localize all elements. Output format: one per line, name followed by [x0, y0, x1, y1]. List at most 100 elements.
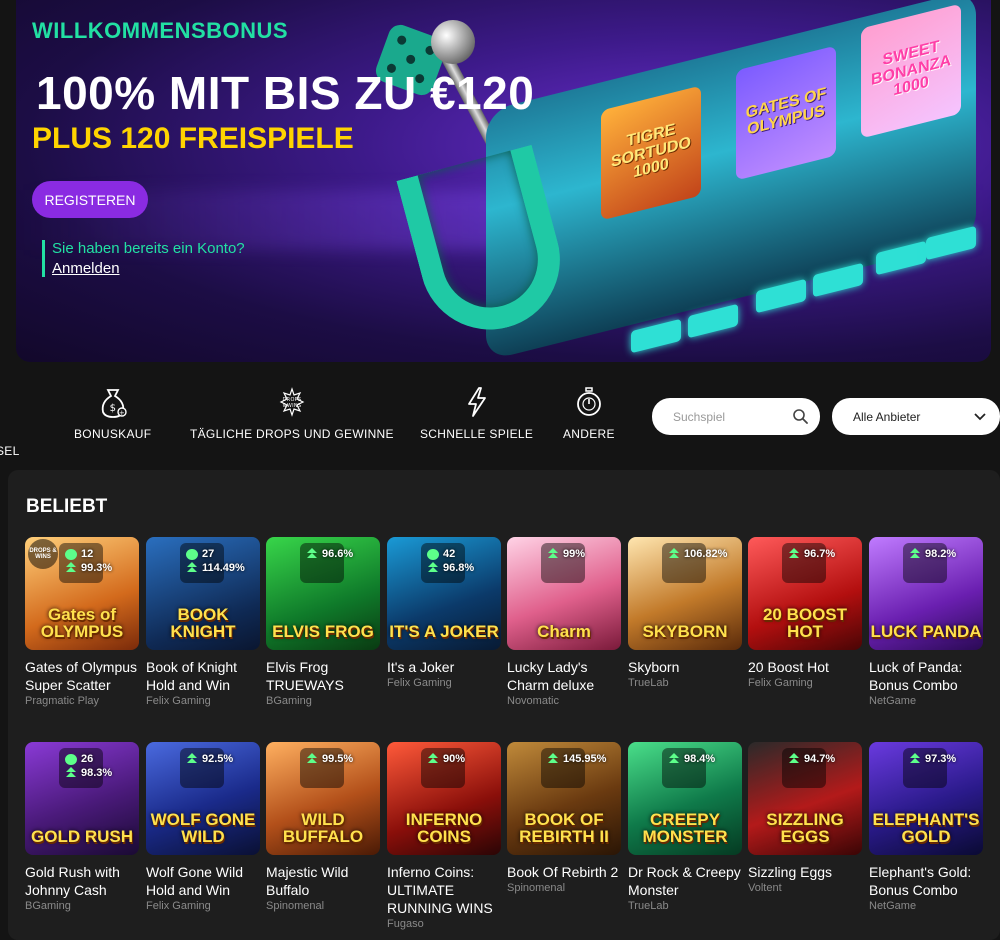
- rtp-value-row: 96.7%: [788, 548, 835, 560]
- rtp-value: 99.5%: [322, 753, 354, 765]
- category-label: TÄGLICHE DROPS UND GEWINNE: [190, 427, 394, 441]
- game-thumbnail[interactable]: 98.2% LUCK PANDA: [869, 537, 983, 650]
- game-name[interactable]: Inferno Coins: ULTIMATE RUNNING WINS: [387, 863, 501, 917]
- game-name[interactable]: Skyborn: [628, 658, 742, 676]
- game-thumbnail[interactable]: 27 114.49% BOOK KNIGHT: [146, 537, 260, 650]
- game-card[interactable]: 97.3% ELEPHANT'S GOLD Elephant's Gold: Bon…: [869, 742, 983, 912]
- game-provider: Spinomenal: [507, 882, 566, 894]
- game-name[interactable]: Wolf Gone Wild Hold and Win: [146, 863, 260, 899]
- register-button[interactable]: REGISTEREN: [32, 181, 148, 218]
- game-name[interactable]: Gates of Olympus Super Scatter: [25, 658, 139, 694]
- game-logo-text: INFERNO COINS: [405, 810, 483, 846]
- game-stats-badge: 12 99.3%: [65, 548, 112, 574]
- category-daily-drops[interactable]: DROPS &WINS TÄGLICHE DROPS UND GEWINNE: [190, 385, 394, 441]
- game-stats-badge: 90%: [427, 753, 465, 765]
- game-thumbnail[interactable]: 98.4% CREEPY MONSTER: [628, 742, 742, 855]
- game-card[interactable]: 94.7% SIZZLING EGGS Sizzling Eggs Voltent: [748, 742, 862, 894]
- rtp-value-row: 99.3%: [65, 562, 112, 574]
- game-thumbnail[interactable]: DROPS & WINS 12 99.3% Gates of OLYMPUS: [25, 537, 139, 650]
- machine-button: [688, 303, 738, 339]
- game-name[interactable]: 20 Boost Hot: [748, 658, 862, 676]
- rtp-value: 99%: [563, 548, 586, 560]
- game-thumbnail[interactable]: 106.82% SKYBORN: [628, 537, 742, 650]
- game-name[interactable]: Elephant's Gold: Bonus Combo: [869, 863, 983, 899]
- game-name[interactable]: Elvis Frog TRUEWAYS: [266, 658, 380, 694]
- rtp-value: 97.3%: [925, 753, 957, 765]
- rtp-up-icon: [186, 753, 198, 765]
- game-search-box[interactable]: [652, 398, 820, 435]
- search-input[interactable]: [673, 409, 783, 424]
- game-card[interactable]: 99.5% WILD BUFFALO Majestic Wild Buffalo Sp…: [266, 742, 380, 912]
- game-name[interactable]: Book Of Rebirth 2: [507, 863, 621, 881]
- game-card[interactable]: 106.82% SKYBORN Skyborn TrueLab: [628, 537, 742, 689]
- game-card[interactable]: 99% Charm Lucky Lady's Charm deluxe Novomat…: [507, 537, 621, 707]
- game-card[interactable]: 98.2% LUCK PANDA Luck of Panda: Bonus Comb…: [869, 537, 983, 707]
- rtp-up-icon: [427, 562, 439, 574]
- game-logo-text: WOLF GONE WILD: [150, 810, 256, 846]
- game-logo-text: Gates of OLYMPUS: [40, 605, 124, 641]
- drops-wins-icon: DROPS &WINS: [274, 385, 310, 419]
- game-card[interactable]: 92.5% WOLF GONE WILD Wolf Gone Wild Hold a…: [146, 742, 260, 912]
- chevron-down-icon: [974, 412, 986, 421]
- category-quick-games[interactable]: SCHNELLE SPIELE: [420, 385, 533, 441]
- game-card[interactable]: 96.7% 20 BOOST HOT 20 Boost Hot Felix Gamin…: [748, 537, 862, 689]
- game-provider: Felix Gaming: [387, 677, 452, 689]
- game-name[interactable]: Gold Rush with Johnny Cash: [25, 863, 139, 899]
- game-thumbnail[interactable]: 96.6% ELVIS FROG: [266, 537, 380, 650]
- game-name[interactable]: Sizzling Eggs: [748, 863, 862, 881]
- game-thumbnail[interactable]: 90% INFERNO COINS: [387, 742, 501, 855]
- game-thumbnail[interactable]: 26 98.3% GOLD RUSH: [25, 742, 139, 855]
- drops-icon: [65, 753, 77, 765]
- game-provider: BGaming: [25, 900, 71, 912]
- search-icon[interactable]: [793, 409, 808, 424]
- category-nav: SEL $ + BONUSKAUF DROPS &WINS TÄGLICHE DRO…: [0, 385, 640, 465]
- rtp-up-icon: [547, 753, 559, 765]
- rtp-value-row: 99%: [547, 548, 585, 560]
- game-thumbnail[interactable]: 96.7% 20 BOOST HOT: [748, 537, 862, 650]
- rtp-value-row: 92.5%: [186, 753, 233, 765]
- game-name[interactable]: Luck of Panda: Bonus Combo: [869, 658, 983, 694]
- game-card[interactable]: 145.95% BOOK OF REBIRTH II Book Of Rebirth…: [507, 742, 621, 894]
- game-thumbnail[interactable]: 99% Charm: [507, 537, 621, 650]
- game-thumbnail[interactable]: 42 96.8% IT'S A JOKER: [387, 537, 501, 650]
- game-card[interactable]: 27 114.49% BOOK KNIGHT Book of Knight Hold …: [146, 537, 260, 707]
- game-logo-text: LUCK PANDA: [870, 622, 982, 641]
- welcome-bonus-label: WILLKOMMENSBONUS: [32, 18, 289, 43]
- game-card[interactable]: 98.4% CREEPY MONSTER Dr Rock & Creepy Mons…: [628, 742, 742, 912]
- login-link[interactable]: Anmelden: [52, 260, 245, 277]
- game-name[interactable]: Book of Knight Hold and Win: [146, 658, 260, 694]
- game-provider: Fugaso: [387, 918, 424, 930]
- game-card[interactable]: 26 98.3% GOLD RUSH Gold Rush with Johnny Ca…: [25, 742, 139, 912]
- game-name[interactable]: Dr Rock & Creepy Monster: [628, 863, 742, 899]
- game-logo-text: BOOK KNIGHT: [170, 605, 236, 641]
- category-carousel[interactable]: SEL: [0, 412, 20, 458]
- drops-value: 12: [81, 548, 94, 560]
- rtp-value: 96.7%: [804, 548, 836, 560]
- hero-banner: TIGRE SORTUDO 1000 GATES OF OLYMPUS SWEE…: [16, 0, 991, 362]
- rtp-value: 94.7%: [804, 753, 836, 765]
- drops-icon: [65, 548, 77, 560]
- game-name[interactable]: Majestic Wild Buffalo: [266, 863, 380, 899]
- game-thumbnail[interactable]: 94.7% SIZZLING EGGS: [748, 742, 862, 855]
- game-thumbnail[interactable]: 99.5% WILD BUFFALO: [266, 742, 380, 855]
- game-card[interactable]: 42 96.8% IT'S A JOKER It's a Joker Felix Gam…: [387, 537, 501, 689]
- drops-value: 26: [81, 753, 94, 765]
- rtp-value-row: 90%: [427, 753, 465, 765]
- game-name[interactable]: It's a Joker: [387, 658, 501, 676]
- game-card[interactable]: 90% INFERNO COINS Inferno Coins: ULTIMATE …: [387, 742, 501, 930]
- game-card[interactable]: DROPS & WINS 12 99.3% Gates of OLYMPUS Gates…: [25, 537, 139, 707]
- category-bonus-buy[interactable]: $ + BONUSKAUF: [74, 385, 151, 441]
- game-card[interactable]: 96.6% ELVIS FROG Elvis Frog TRUEWAYS BGamin…: [266, 537, 380, 707]
- game-thumbnail[interactable]: 92.5% WOLF GONE WILD: [146, 742, 260, 855]
- category-other[interactable]: ANDERE: [563, 385, 615, 441]
- rtp-up-icon: [306, 548, 318, 560]
- rtp-value-row: 96.6%: [306, 548, 353, 560]
- game-thumbnail[interactable]: 97.3% ELEPHANT'S GOLD: [869, 742, 983, 855]
- rtp-value: 114.49%: [202, 562, 245, 574]
- drops-icon: [186, 548, 198, 560]
- game-thumbnail[interactable]: 145.95% BOOK OF REBIRTH II: [507, 742, 621, 855]
- provider-select[interactable]: Alle Anbieter: [832, 398, 1000, 435]
- svg-text:+: +: [119, 409, 125, 417]
- game-name[interactable]: Lucky Lady's Charm deluxe: [507, 658, 621, 694]
- game-provider: NetGame: [869, 695, 917, 707]
